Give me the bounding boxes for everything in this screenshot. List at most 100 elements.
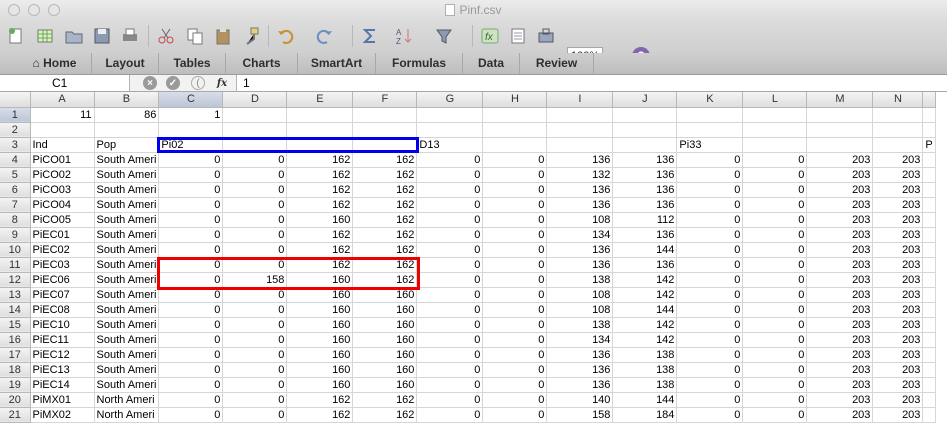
cell[interactable]: 203 bbox=[806, 167, 874, 183]
cell[interactable]: 142 bbox=[612, 287, 678, 303]
cell[interactable]: South Ameri bbox=[94, 227, 160, 243]
cell[interactable]: 0 bbox=[158, 272, 224, 288]
cell[interactable]: 0 bbox=[222, 407, 288, 423]
cell[interactable] bbox=[922, 392, 936, 408]
cell[interactable]: PiCO04 bbox=[30, 197, 95, 213]
cell[interactable]: 162 bbox=[352, 167, 418, 183]
cell[interactable]: 162 bbox=[286, 257, 354, 273]
row-header[interactable]: 11 bbox=[0, 257, 31, 273]
open-folder-icon[interactable] bbox=[62, 24, 86, 48]
cell[interactable]: 138 bbox=[612, 377, 678, 393]
cell[interactable]: Pop bbox=[94, 137, 160, 153]
cell[interactable]: PiEC13 bbox=[30, 362, 95, 378]
cell[interactable]: Pi33 bbox=[676, 137, 744, 153]
column-header[interactable] bbox=[922, 92, 936, 108]
column-header[interactable]: N bbox=[872, 92, 924, 108]
row-header[interactable]: 20 bbox=[0, 392, 31, 408]
cell[interactable]: 0 bbox=[742, 377, 808, 393]
toolbox-icon[interactable] bbox=[534, 24, 558, 48]
cell[interactable]: 0 bbox=[676, 197, 744, 213]
column-header[interactable]: J bbox=[612, 92, 678, 108]
cell[interactable]: 203 bbox=[806, 317, 874, 333]
cell[interactable]: 203 bbox=[806, 242, 874, 258]
cell[interactable]: 0 bbox=[416, 167, 484, 183]
row-header[interactable]: 12 bbox=[0, 272, 31, 288]
cell[interactable]: 108 bbox=[546, 212, 614, 228]
cell[interactable] bbox=[158, 122, 224, 138]
cell[interactable] bbox=[482, 107, 548, 123]
cell[interactable]: 203 bbox=[806, 272, 874, 288]
row-header[interactable]: 9 bbox=[0, 227, 31, 243]
cell[interactable]: 0 bbox=[676, 317, 744, 333]
cell[interactable]: 136 bbox=[612, 197, 678, 213]
cell[interactable]: 203 bbox=[806, 212, 874, 228]
column-header[interactable]: M bbox=[806, 92, 874, 108]
cell[interactable] bbox=[922, 182, 936, 198]
column-header[interactable]: L bbox=[742, 92, 808, 108]
new-document-icon[interactable] bbox=[4, 24, 28, 48]
cell[interactable]: 0 bbox=[742, 197, 808, 213]
cell[interactable]: 0 bbox=[676, 302, 744, 318]
cell[interactable]: 138 bbox=[612, 347, 678, 363]
cell[interactable]: 0 bbox=[416, 182, 484, 198]
tab-charts[interactable]: Charts bbox=[226, 53, 298, 74]
cell[interactable]: 162 bbox=[286, 167, 354, 183]
cell[interactable]: PiMX02 bbox=[30, 407, 95, 423]
cell[interactable]: 0 bbox=[676, 257, 744, 273]
cell[interactable]: South Ameri bbox=[94, 257, 160, 273]
cell[interactable]: 203 bbox=[872, 347, 924, 363]
cell[interactable]: 160 bbox=[286, 347, 354, 363]
cell[interactable]: 0 bbox=[222, 287, 288, 303]
cell[interactable]: 160 bbox=[286, 332, 354, 348]
cell[interactable]: 0 bbox=[222, 212, 288, 228]
cell[interactable]: 160 bbox=[352, 302, 418, 318]
cell[interactable] bbox=[416, 107, 484, 123]
cell[interactable]: 0 bbox=[742, 287, 808, 303]
cell[interactable] bbox=[922, 347, 936, 363]
cell[interactable]: 162 bbox=[286, 407, 354, 423]
cell[interactable]: 184 bbox=[612, 407, 678, 423]
cell[interactable] bbox=[222, 107, 288, 123]
cell[interactable]: 0 bbox=[158, 317, 224, 333]
cell[interactable]: 162 bbox=[352, 227, 418, 243]
cell[interactable]: 0 bbox=[158, 302, 224, 318]
cell[interactable]: 136 bbox=[546, 182, 614, 198]
cell[interactable]: 162 bbox=[286, 242, 354, 258]
cell[interactable]: 0 bbox=[222, 257, 288, 273]
cell[interactable]: 136 bbox=[546, 362, 614, 378]
cell[interactable]: 136 bbox=[546, 257, 614, 273]
cell[interactable]: 0 bbox=[482, 152, 548, 168]
cell[interactable]: 203 bbox=[806, 392, 874, 408]
cell[interactable]: South Ameri bbox=[94, 272, 160, 288]
cell[interactable]: 162 bbox=[286, 392, 354, 408]
cell[interactable]: PiEC07 bbox=[30, 287, 95, 303]
cell[interactable]: 0 bbox=[482, 182, 548, 198]
cell[interactable]: 203 bbox=[806, 287, 874, 303]
tab-tables[interactable]: Tables bbox=[159, 53, 226, 74]
cell[interactable]: 0 bbox=[416, 347, 484, 363]
cell[interactable]: 203 bbox=[806, 302, 874, 318]
cell[interactable] bbox=[922, 167, 936, 183]
cell[interactable]: 0 bbox=[158, 347, 224, 363]
cell[interactable]: 0 bbox=[482, 392, 548, 408]
cell[interactable]: 203 bbox=[806, 182, 874, 198]
cell[interactable]: PiEC08 bbox=[30, 302, 95, 318]
cell[interactable]: 0 bbox=[222, 332, 288, 348]
cell[interactable]: Pi02 bbox=[158, 137, 224, 153]
cell[interactable]: PiCO03 bbox=[30, 182, 95, 198]
function-icon[interactable]: fx bbox=[478, 24, 502, 48]
cell[interactable]: 162 bbox=[352, 272, 418, 288]
cell[interactable]: 86 bbox=[94, 107, 160, 123]
cell[interactable]: 134 bbox=[546, 227, 614, 243]
cell[interactable]: 0 bbox=[676, 242, 744, 258]
column-header[interactable]: A bbox=[30, 92, 95, 108]
cell[interactable]: 203 bbox=[872, 182, 924, 198]
cell[interactable]: 142 bbox=[612, 272, 678, 288]
cell[interactable] bbox=[416, 122, 484, 138]
cell[interactable]: 112 bbox=[612, 212, 678, 228]
cell[interactable] bbox=[742, 107, 808, 123]
cell[interactable]: 0 bbox=[676, 407, 744, 423]
cell[interactable]: 144 bbox=[612, 242, 678, 258]
form-icon[interactable] bbox=[506, 24, 530, 48]
cell[interactable]: 0 bbox=[676, 347, 744, 363]
